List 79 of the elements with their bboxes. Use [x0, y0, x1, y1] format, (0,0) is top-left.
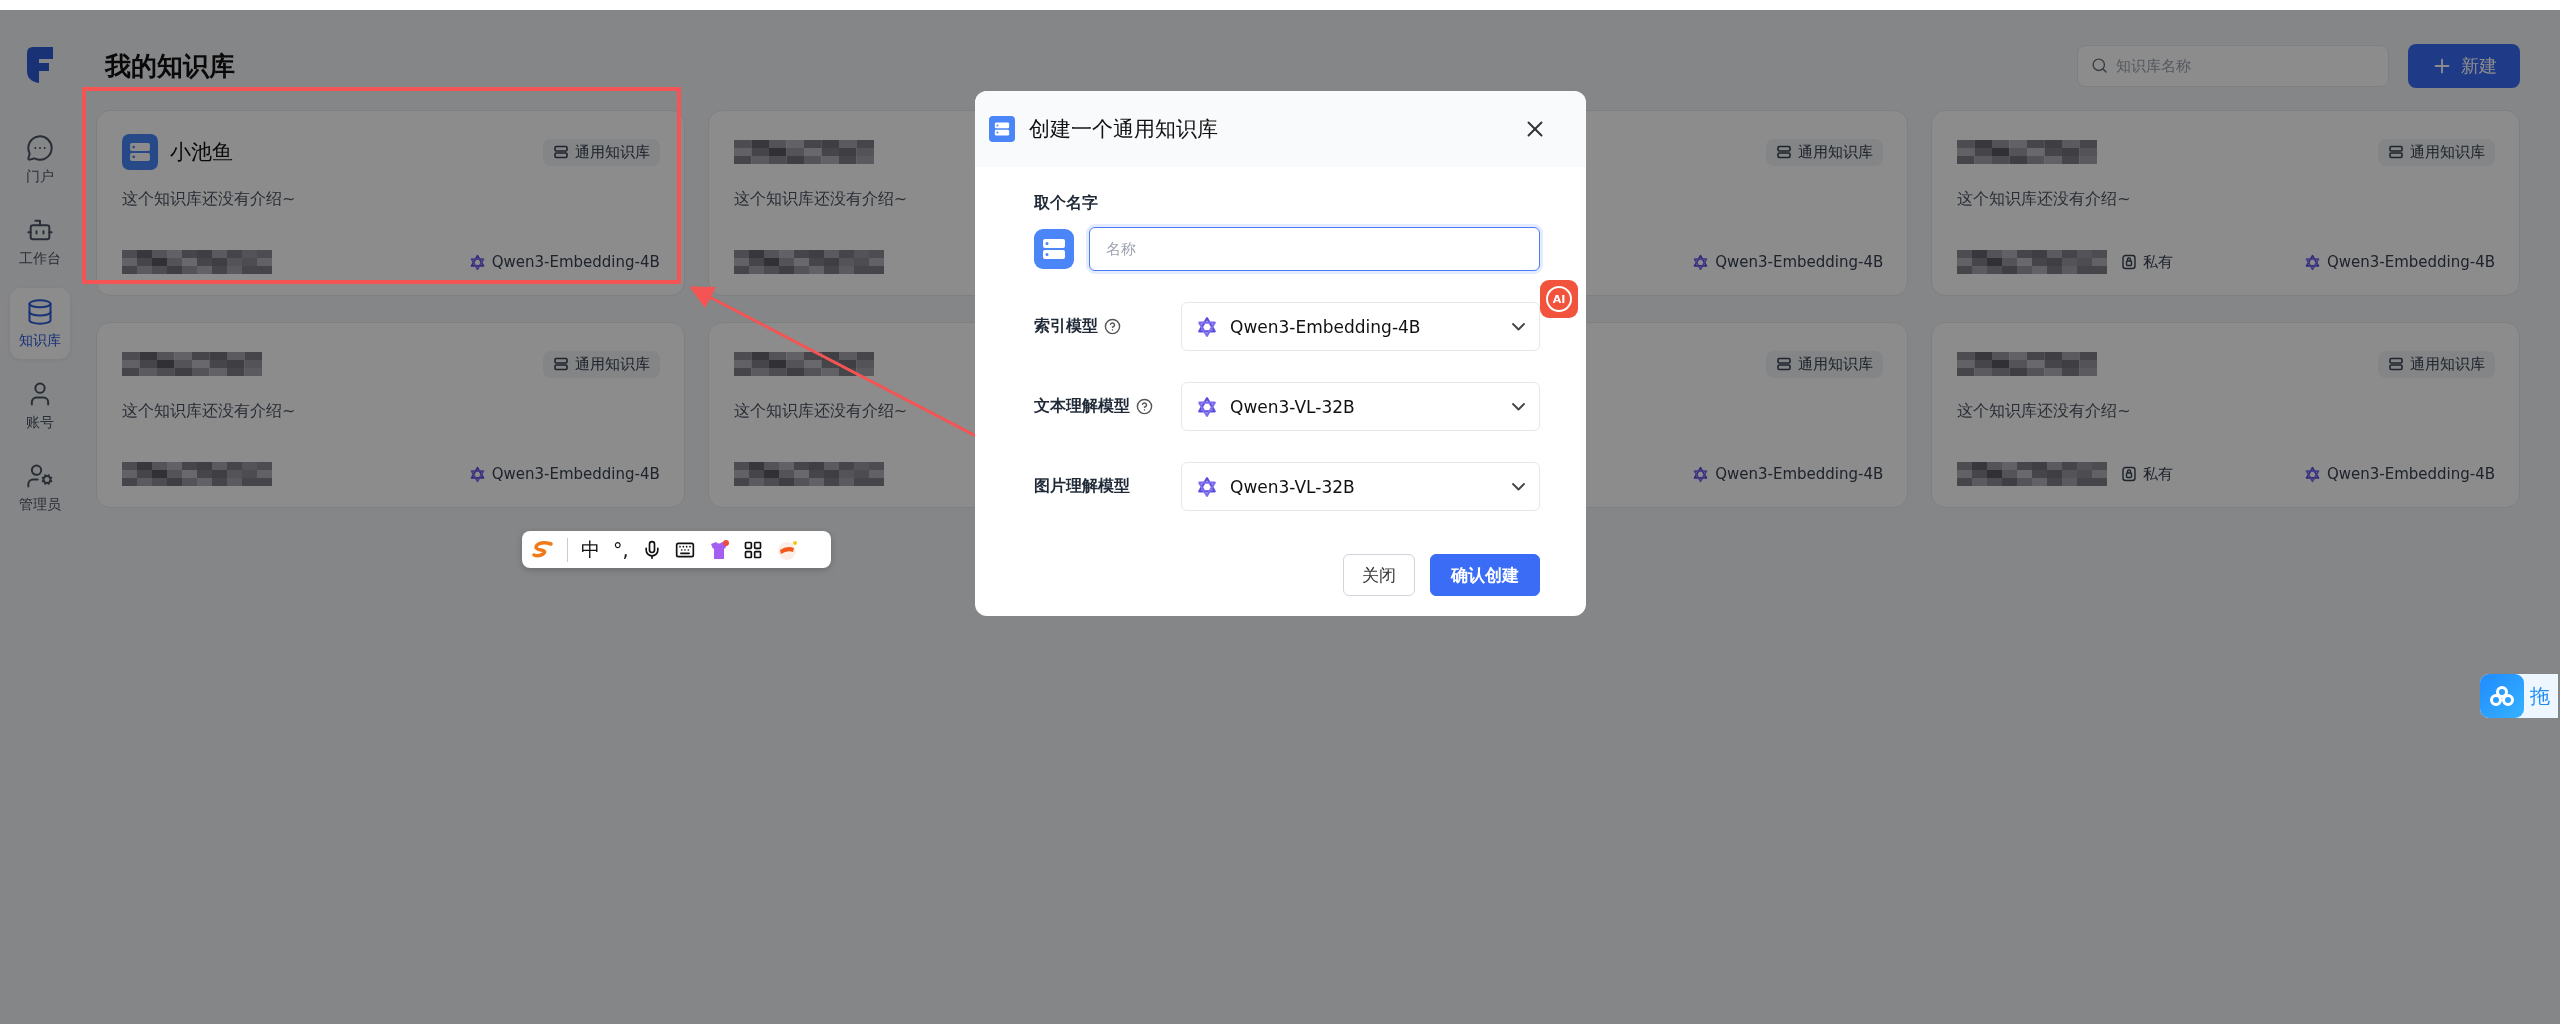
field-label: 索引模型 — [1034, 316, 1098, 337]
search-icon — [2091, 57, 2108, 74]
side-widget[interactable]: 拖 — [2480, 674, 2558, 718]
database-icon — [1034, 229, 1074, 269]
sidebar-item[interactable]: 工作台 — [10, 206, 70, 277]
card-description: 这个知识库还没有介绍~ — [733, 189, 908, 210]
help-icon[interactable] — [1104, 318, 1121, 335]
database-icon — [26, 297, 54, 326]
star-logo-icon — [468, 253, 486, 271]
model-label: Qwen3-Embedding-4B — [1692, 253, 1884, 271]
type-tag: 通用知识库 — [542, 138, 660, 166]
model-label: Qwen3-Embedding-4B — [468, 253, 660, 271]
sidebar-item[interactable]: 门户 — [10, 124, 70, 195]
server-icon — [552, 356, 569, 372]
page-title: 我的知识库 — [105, 49, 236, 83]
server-icon — [552, 144, 569, 160]
mascot-icon[interactable] — [775, 538, 798, 561]
ime-mode[interactable]: 中 — [581, 536, 600, 563]
server-icon — [1776, 356, 1793, 372]
card-description: 这个知识库还没有介绍~ — [122, 189, 296, 210]
server-icon — [2388, 144, 2404, 160]
ai-assistant-button[interactable]: AI — [1540, 280, 1578, 318]
type-tag: 通用知识库 — [1766, 350, 1884, 378]
star-logo-icon — [1196, 315, 1218, 338]
chevron-down-icon — [1512, 322, 1525, 331]
server-icon — [2388, 356, 2404, 372]
model-select[interactable]: Qwen3-VL-32B — [1181, 382, 1540, 431]
card-description: 这个知识库还没有介绍~ — [1957, 401, 2131, 422]
card-description: 这个知识库还没有介绍~ — [1957, 189, 2131, 210]
star-logo-icon — [1692, 253, 1710, 271]
chevron-down-icon — [1512, 402, 1525, 411]
help-icon[interactable] — [1136, 398, 1153, 415]
lock-icon — [2121, 254, 2138, 270]
knowledge-card[interactable]: 小池鱼 通用知识库 这个知识库还没有介绍~ Qwen3-Embedding-4B — [96, 110, 685, 296]
database-icon — [989, 116, 1015, 142]
type-tag: 通用知识库 — [1766, 138, 1884, 166]
privacy-label: 私有 — [2121, 464, 2174, 484]
new-button[interactable]: 新建 — [2408, 44, 2520, 88]
knowledge-card[interactable]: 通用知识库 这个知识库还没有介绍~ 私有 Qwen3-Embedding-4B — [1931, 110, 2520, 296]
field-label: 图片理解模型 — [1034, 476, 1130, 497]
card-description: 这个知识库还没有介绍~ — [122, 401, 296, 422]
star-logo-icon — [1196, 395, 1218, 418]
star-logo-icon — [468, 465, 486, 483]
database-icon — [122, 134, 158, 170]
s-logo-icon[interactable] — [532, 540, 554, 559]
type-tag: 通用知识库 — [2378, 138, 2495, 166]
star-logo-icon — [1692, 465, 1710, 483]
model-label: Qwen3-Embedding-4B — [1692, 465, 1884, 483]
privacy-label: 私有 — [2121, 252, 2174, 272]
dialog-title: 创建一个通用知识库 — [1029, 116, 1219, 143]
model-select[interactable]: Qwen3-Embedding-4B — [1181, 302, 1540, 351]
card-description: 这个知识库还没有介绍~ — [733, 401, 908, 422]
type-tag: 通用知识库 — [542, 350, 660, 378]
field-label: 取个名字 — [1034, 193, 1099, 214]
cancel-button[interactable]: 关闭 — [1343, 554, 1415, 596]
star-logo-icon — [2303, 465, 2321, 483]
punctuation-toggle[interactable]: °, — [613, 538, 629, 561]
name-input[interactable]: 名称 — [1089, 227, 1540, 271]
model-label: Qwen3-Embedding-4B — [2303, 253, 2495, 271]
field-label: 文本理解模型 — [1034, 396, 1130, 417]
confirm-button[interactable]: 确认创建 — [1430, 554, 1540, 596]
star-logo-icon — [2303, 253, 2321, 271]
star-logo-icon — [1196, 475, 1218, 498]
grid-icon[interactable] — [742, 539, 763, 560]
chat-icon — [26, 133, 54, 162]
sidebar-item[interactable]: 知识库 — [10, 288, 70, 359]
chevron-down-icon — [1512, 482, 1525, 491]
sidebar-item[interactable]: 账号 — [10, 370, 70, 441]
server-icon — [1776, 144, 1793, 160]
lock-icon — [2121, 466, 2138, 482]
card-title: 小池鱼 — [170, 139, 233, 166]
model-select[interactable]: Qwen3-VL-32B — [1181, 462, 1540, 511]
type-tag: 通用知识库 — [2378, 350, 2495, 378]
model-label: Qwen3-Embedding-4B — [468, 465, 660, 483]
sidebar-item[interactable]: 管理员 — [10, 452, 70, 523]
model-label: Qwen3-Embedding-4B — [2303, 465, 2495, 483]
knowledge-card[interactable]: 通用知识库 这个知识库还没有介绍~ 私有 Qwen3-Embedding-4B — [1931, 322, 2520, 508]
knowledge-card[interactable]: 通用知识库 这个知识库还没有介绍~ Qwen3-Embedding-4B — [96, 322, 685, 508]
cloud-icon — [2489, 685, 2515, 707]
